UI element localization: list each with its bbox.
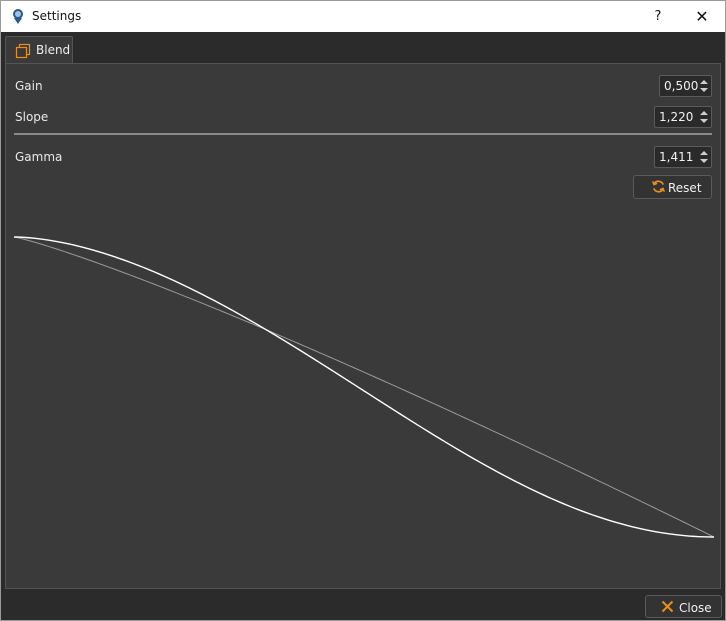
blend-panel: Gain 0,500 Slope 1,220 Gamma 1,411 Reset xyxy=(5,63,721,589)
gain-label: Gain xyxy=(15,79,43,93)
spin-arrows-icon[interactable] xyxy=(699,78,709,94)
blend-curve-plot xyxy=(14,236,714,538)
window-close-button[interactable]: ✕ xyxy=(687,5,717,29)
reference-curve xyxy=(14,236,714,538)
close-button[interactable]: Close xyxy=(645,595,722,618)
spin-arrows-icon[interactable] xyxy=(699,149,709,165)
gamma-label: Gamma xyxy=(15,150,63,164)
app-icon xyxy=(13,9,23,24)
separator xyxy=(14,133,712,135)
reset-button[interactable]: Reset xyxy=(633,175,712,199)
blend-curve xyxy=(14,236,714,538)
tab-blend[interactable]: Blend xyxy=(5,36,73,64)
gamma-spinbox[interactable]: 1,411 xyxy=(654,146,712,168)
gain-spinbox[interactable]: 0,500 xyxy=(659,75,712,97)
help-button[interactable]: ? xyxy=(643,5,673,29)
refresh-icon xyxy=(651,180,666,193)
close-label: Close xyxy=(679,601,712,615)
window-title: Settings xyxy=(32,9,82,23)
slope-label: Slope xyxy=(15,110,49,124)
blend-icon xyxy=(15,43,31,59)
reset-label: Reset xyxy=(668,181,702,195)
tab-label: Blend xyxy=(36,43,71,57)
slope-value: 1,220 xyxy=(659,110,694,124)
close-icon xyxy=(661,600,674,613)
title-bar: Settings ? ✕ xyxy=(1,1,725,32)
spin-arrows-icon[interactable] xyxy=(699,109,709,125)
gamma-value: 1,411 xyxy=(659,150,694,164)
dialog-content: Blend Gain 0,500 Slope 1,220 Gamma 1,411… xyxy=(1,32,725,620)
gain-value: 0,500 xyxy=(664,79,699,93)
settings-window: Settings ? ✕ Blend Gain 0,500 Slope 1,22… xyxy=(0,0,726,621)
slope-spinbox[interactable]: 1,220 xyxy=(654,106,712,128)
